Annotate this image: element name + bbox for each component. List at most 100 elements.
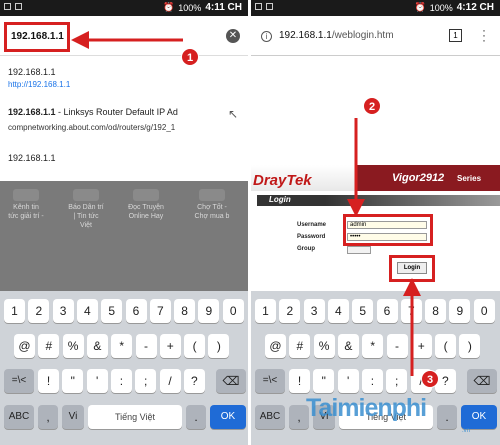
suggestion-item[interactable]: 192.168.1.1 (8, 153, 56, 163)
speed-dial-tile[interactable]: Kênh tin tức giải trí - (8, 189, 44, 221)
key-4[interactable]: 4 (327, 299, 349, 323)
key-0[interactable]: 0 (473, 299, 495, 323)
ok-key[interactable]: OK (461, 405, 497, 429)
abc-key[interactable]: ABC (4, 405, 34, 429)
key[interactable]: & (86, 334, 108, 358)
symbols-toggle-key[interactable]: =\< (255, 369, 285, 393)
url-text[interactable]: 192.168.1.1/weblogin.htm (279, 30, 394, 41)
key[interactable]: ! (38, 369, 59, 393)
abc-key[interactable]: ABC (255, 405, 285, 429)
backspace-key[interactable]: ⌫ (216, 369, 246, 393)
key[interactable]: ' (86, 369, 108, 393)
address-bar[interactable]: 192.168.1.1 ✕ (0, 18, 248, 56)
key-9[interactable]: 9 (449, 299, 471, 323)
suggestion-item[interactable]: 192.168.1.1 - Linksys Router Default IP … (8, 107, 178, 117)
notification-icon (4, 3, 11, 10)
key-6[interactable]: 6 (125, 299, 147, 323)
suggestion-item[interactable]: 192.168.1.1 (8, 67, 56, 77)
site-icon (199, 189, 225, 201)
key[interactable]: ) (459, 334, 481, 358)
key[interactable]: - (386, 334, 408, 358)
key[interactable]: # (289, 334, 311, 358)
key[interactable]: % (313, 334, 335, 358)
key-2[interactable]: 2 (279, 299, 301, 323)
space-key[interactable]: Tiếng Việt (88, 405, 182, 429)
password-label: Password (297, 234, 326, 240)
group-label: Group (297, 246, 315, 252)
key[interactable]: ! (289, 369, 310, 393)
key-7[interactable]: 7 (149, 299, 171, 323)
key-3[interactable]: 3 (303, 299, 325, 323)
alarm-icon: ⏰ (414, 2, 426, 12)
language-key[interactable]: Vi (62, 405, 84, 429)
tile-label: Chợ Tốt - Chợ mua b (194, 204, 230, 220)
clear-icon[interactable]: ✕ (226, 29, 240, 43)
key-8[interactable]: 8 (425, 299, 447, 323)
notification-icon (266, 3, 273, 10)
key[interactable]: @ (14, 334, 35, 358)
url-path: /weblogin.htm (331, 30, 394, 41)
tile-label: Kênh tin tức giải trí - (8, 204, 44, 220)
key-1[interactable]: 1 (255, 299, 276, 323)
key-0[interactable]: 0 (222, 299, 244, 323)
notification-icon (255, 3, 262, 10)
tab-switcher-button[interactable]: 1 (449, 29, 462, 42)
key-5[interactable]: 5 (101, 299, 123, 323)
status-bar: ⏰ 100% 4:12 CH (251, 0, 500, 16)
symbols-toggle-key[interactable]: =\< (4, 369, 34, 393)
key[interactable]: & (337, 334, 359, 358)
key[interactable]: ? (183, 369, 205, 393)
key[interactable]: % (62, 334, 84, 358)
key[interactable]: ( (184, 334, 206, 358)
key-7[interactable]: 7 (400, 299, 422, 323)
site-icon (73, 189, 99, 201)
key[interactable]: " (62, 369, 84, 393)
key[interactable]: - (135, 334, 157, 358)
address-bar[interactable]: i 192.168.1.1/weblogin.htm 1 · · · (251, 18, 500, 56)
speed-dial-tile[interactable]: Chợ Tốt - Chợ mua b (194, 189, 230, 221)
group-select[interactable] (347, 246, 371, 254)
period-key[interactable]: . (186, 405, 206, 429)
key[interactable]: @ (265, 334, 286, 358)
key[interactable]: ; (386, 369, 408, 393)
key-5[interactable]: 5 (352, 299, 374, 323)
period-key[interactable]: . (437, 405, 457, 429)
key[interactable]: / (159, 369, 181, 393)
key[interactable]: # (38, 334, 60, 358)
key[interactable]: : (110, 369, 132, 393)
key-3[interactable]: 3 (52, 299, 74, 323)
backspace-key[interactable]: ⌫ (467, 369, 497, 393)
site-icon (133, 189, 159, 201)
speed-dial-tile[interactable]: Đọc Truyện Online Hay (128, 189, 164, 221)
key[interactable]: ( (435, 334, 457, 358)
suggestion-bold: 192.168.1.1 (8, 107, 56, 117)
site-icon (13, 189, 39, 201)
key-2[interactable]: 2 (28, 299, 50, 323)
key-8[interactable]: 8 (174, 299, 196, 323)
ok-key[interactable]: OK (210, 405, 246, 429)
key[interactable]: ' (337, 369, 359, 393)
router-login-page: DrayTek Vigor2912 Series Login Username … (251, 57, 500, 291)
comma-key[interactable]: , (38, 405, 58, 429)
key[interactable]: * (362, 334, 384, 358)
key-9[interactable]: 9 (198, 299, 220, 323)
key[interactable]: + (410, 334, 432, 358)
info-icon[interactable]: i (261, 31, 272, 42)
key[interactable]: ) (208, 334, 230, 358)
key[interactable]: ; (135, 369, 157, 393)
key[interactable]: + (159, 334, 181, 358)
key[interactable]: * (111, 334, 133, 358)
suggestion-rest: - Linksys Router Default IP Ad (55, 107, 178, 117)
tile-label: Báo Dân trí | Tin tức Việt (68, 204, 104, 229)
key[interactable]: " (313, 369, 335, 393)
menu-icon[interactable]: · · · (482, 24, 486, 46)
notification-icon (15, 3, 22, 10)
key-4[interactable]: 4 (76, 299, 98, 323)
key-1[interactable]: 1 (4, 299, 25, 323)
arrow-up-left-icon[interactable]: ↖ (228, 107, 238, 121)
key-6[interactable]: 6 (376, 299, 398, 323)
url-input[interactable]: 192.168.1.1 (4, 22, 70, 52)
key[interactable]: : (361, 369, 383, 393)
speed-dial-tile[interactable]: Báo Dân trí | Tin tức Việt (68, 189, 104, 230)
watermark: Taimienphi (306, 394, 427, 422)
